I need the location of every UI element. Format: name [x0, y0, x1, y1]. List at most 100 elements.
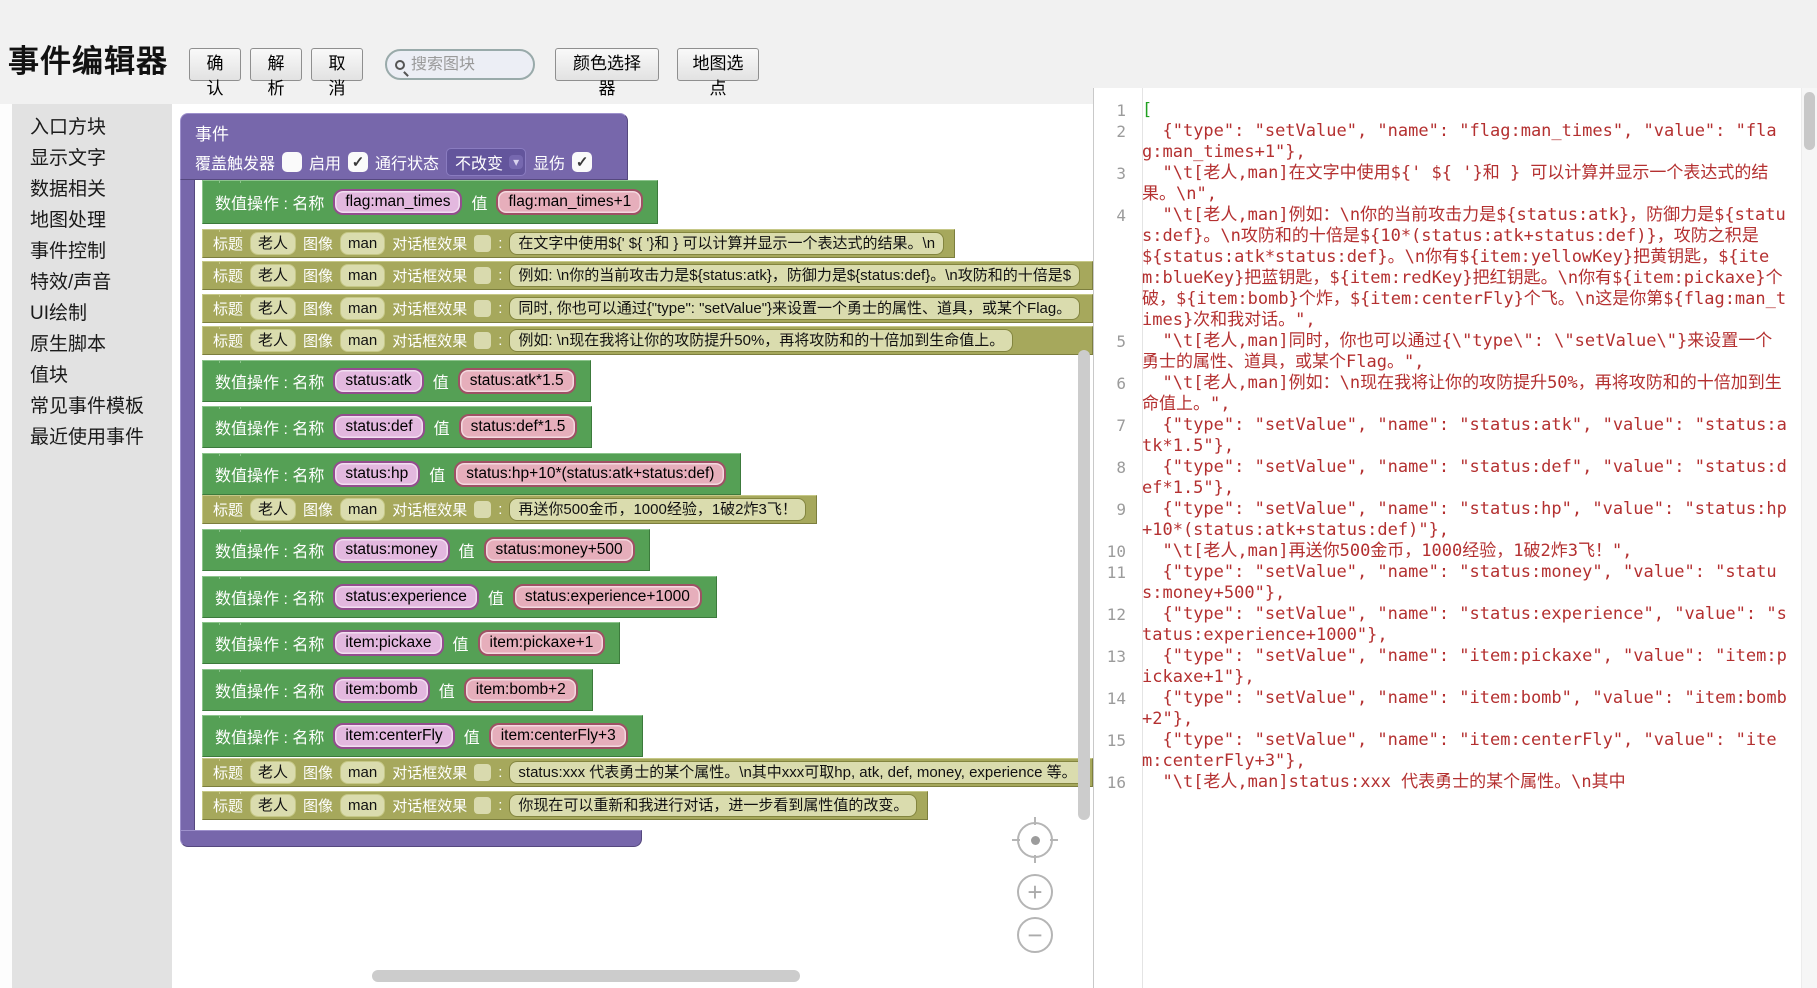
speaker-field[interactable]: 老人: [250, 329, 296, 352]
cancel-button[interactable]: 取消: [311, 48, 363, 81]
parse-button[interactable]: 解析: [250, 48, 302, 81]
dialog-effect-checkbox[interactable]: [474, 332, 491, 349]
speaker-field[interactable]: 老人: [250, 232, 296, 255]
dialog-text-block[interactable]: 标题老人图像man对话框效果:例如: \n你的当前攻击力是${status:at…: [202, 261, 1093, 290]
damage-checkbox[interactable]: ✓: [572, 152, 592, 172]
dialog-text-block[interactable]: 标题老人图像man对话框效果:再送你500金币，1000经验，1破2炸3飞！: [202, 495, 817, 524]
dialog-text-field[interactable]: status:xxx 代表勇士的某个属性。\n其中xxx可取hp, atk, d…: [509, 761, 1085, 784]
dialog-effect-checkbox[interactable]: [474, 797, 491, 814]
zoom-out-button[interactable]: −: [1017, 917, 1053, 953]
image-field[interactable]: man: [340, 498, 385, 521]
event-block-header[interactable]: 事件 覆盖触发器 启用 ✓ 通行状态 不改变 ▾ 显伤 ✓: [180, 113, 628, 180]
enabled-checkbox[interactable]: ✓: [348, 152, 368, 172]
sidebar-item-3[interactable]: 地图处理: [12, 205, 172, 236]
speaker-field[interactable]: 老人: [250, 761, 296, 784]
speaker-field[interactable]: 老人: [250, 794, 296, 817]
set-value-block[interactable]: 数值操作 : 名称status:def值status:def*1.5: [202, 406, 592, 448]
dialog-text-field[interactable]: 在文字中使用${' ${ '}和 } 可以计算并显示一个表达式的结果。\n: [509, 232, 944, 255]
set-value-block[interactable]: 数值操作 : 名称status:atk值status:atk*1.5: [202, 360, 591, 402]
name-field[interactable]: item:bomb: [333, 677, 429, 703]
image-field[interactable]: man: [340, 329, 385, 352]
dialog-text-field[interactable]: 例如: \n现在我将让你的攻防提升50%，再将攻防和的十倍加到生命值上。: [509, 329, 1013, 352]
sidebar-item-7[interactable]: 原生脚本: [12, 329, 172, 360]
code-panel[interactable]: 1[2 {"type": "setValue", "name": "flag:m…: [1093, 88, 1817, 988]
dialog-text-block[interactable]: 标题老人图像man对话框效果:例如: \n现在我将让你的攻防提升50%，再将攻防…: [202, 326, 1093, 355]
sidebar-item-1[interactable]: 显示文字: [12, 143, 172, 174]
dialog-effect-checkbox[interactable]: [474, 300, 491, 317]
dialog-text-block[interactable]: 标题老人图像man对话框效果:同时, 你也可以通过{"type": "setVa…: [202, 294, 1093, 323]
value-label: 值: [488, 585, 504, 609]
dialog-text-field[interactable]: 再送你500金币，1000经验，1破2炸3飞！: [509, 498, 805, 521]
zoom-in-button[interactable]: +: [1017, 874, 1053, 910]
speaker-field[interactable]: 老人: [250, 264, 296, 287]
dialog-text-field[interactable]: 例如: \n你的当前攻击力是${status:atk}，防御力是${status…: [509, 264, 1080, 287]
dialog-effect-checkbox[interactable]: [474, 235, 491, 252]
name-field[interactable]: status:hp: [333, 461, 420, 487]
value-field[interactable]: status:def*1.5: [459, 414, 578, 440]
set-value-block[interactable]: 数值操作 : 名称status:hp值status:hp+10*(status:…: [202, 453, 741, 495]
color-picker-button[interactable]: 颜色选择器: [555, 48, 659, 81]
value-field[interactable]: status:hp+10*(status:atk+status:def): [454, 461, 726, 487]
trigger-checkbox[interactable]: [282, 152, 302, 172]
value-field[interactable]: status:atk*1.5: [458, 368, 576, 394]
set-value-block[interactable]: 数值操作 : 名称item:pickaxe值item:pickaxe+1: [202, 622, 620, 664]
value-field[interactable]: item:bomb+2: [464, 677, 578, 703]
sidebar-item-8[interactable]: 值块: [12, 360, 172, 391]
image-field[interactable]: man: [340, 794, 385, 817]
code-scrollbar-thumb[interactable]: [1804, 92, 1815, 150]
name-field[interactable]: item:centerFly: [333, 723, 454, 749]
sidebar-item-2[interactable]: 数据相关: [12, 174, 172, 205]
image-field[interactable]: man: [340, 232, 385, 255]
value-field[interactable]: item:pickaxe+1: [478, 630, 606, 656]
value-field[interactable]: flag:man_times+1: [496, 189, 643, 215]
image-field[interactable]: man: [340, 761, 385, 784]
set-value-block[interactable]: 数值操作 : 名称status:experience值status:experi…: [202, 576, 717, 618]
speaker-field[interactable]: 老人: [250, 297, 296, 320]
set-value-block[interactable]: 数值操作 : 名称flag:man_times值flag:man_times+1: [202, 180, 658, 224]
dialog-effect-label: 对话框效果: [392, 795, 467, 816]
dialog-text-block[interactable]: 标题老人图像man对话框效果:status:xxx 代表勇士的某个属性。\n其中…: [202, 758, 1093, 787]
image-field[interactable]: man: [340, 297, 385, 320]
speaker-field[interactable]: 老人: [250, 498, 296, 521]
sidebar-item-0[interactable]: 入口方块: [12, 112, 172, 143]
sidebar-item-9[interactable]: 常见事件模板: [12, 391, 172, 422]
dialog-effect-checkbox[interactable]: [474, 764, 491, 781]
name-field[interactable]: status:experience: [333, 584, 479, 610]
set-value-block[interactable]: 数值操作 : 名称status:money值status:money+500: [202, 529, 650, 571]
name-field[interactable]: status:def: [333, 414, 424, 440]
workspace-horizontal-scrollbar[interactable]: [372, 970, 800, 982]
dialog-text-block[interactable]: 标题老人图像man对话框效果:你现在可以重新和我进行对话，进一步看到属性值的改变…: [202, 791, 928, 820]
map-point-button[interactable]: 地图选点: [677, 48, 759, 81]
dialog-text-block[interactable]: 标题老人图像man对话框效果:在文字中使用${' ${ '}和 } 可以计算并显…: [202, 229, 955, 258]
name-field[interactable]: status:atk: [333, 368, 423, 394]
sidebar-item-4[interactable]: 事件控制: [12, 236, 172, 267]
image-field[interactable]: man: [340, 264, 385, 287]
pass-status-dropdown[interactable]: 不改变 ▾: [446, 148, 526, 176]
value-field[interactable]: status:experience+1000: [513, 584, 702, 610]
value-field[interactable]: item:centerFly+3: [489, 723, 628, 749]
set-value-block[interactable]: 数值操作 : 名称item:centerFly值item:centerFly+3: [202, 715, 643, 757]
title-label: 标题: [213, 265, 243, 286]
search-box[interactable]: [385, 49, 535, 80]
blockly-workspace[interactable]: 事件 覆盖触发器 启用 ✓ 通行状态 不改变 ▾ 显伤 ✓ 数值操作 : 名称f…: [172, 104, 1093, 988]
dialog-effect-checkbox[interactable]: [474, 501, 491, 518]
value-field[interactable]: status:money+500: [484, 537, 635, 563]
event-block-spine: [180, 180, 195, 830]
zoom-reset-target-icon[interactable]: [1017, 822, 1053, 858]
dialog-text-field[interactable]: 同时, 你也可以通过{"type": "setValue"}来设置一个勇士的属性…: [509, 297, 1080, 320]
confirm-button[interactable]: 确认: [189, 48, 241, 81]
name-field[interactable]: status:money: [333, 537, 449, 563]
set-value-block[interactable]: 数值操作 : 名称item:bomb值item:bomb+2: [202, 669, 593, 711]
sidebar-item-6[interactable]: UI绘制: [12, 298, 172, 329]
code-line: 4 "\t[老人,man]例如：\n你的当前攻击力是${status:atk}，…: [1094, 205, 1794, 331]
dialog-text-field[interactable]: 你现在可以重新和我进行对话，进一步看到属性值的改变。: [509, 794, 917, 817]
name-field[interactable]: item:pickaxe: [333, 630, 443, 656]
code-scrollbar[interactable]: [1801, 88, 1817, 988]
name-field[interactable]: flag:man_times: [333, 189, 462, 215]
sidebar-item-5[interactable]: 特效/声音: [12, 267, 172, 298]
workspace-vertical-scrollbar[interactable]: [1078, 350, 1090, 820]
sidebar-item-10[interactable]: 最近使用事件: [12, 422, 172, 453]
dialog-effect-checkbox[interactable]: [474, 267, 491, 284]
title-label: 标题: [213, 499, 243, 520]
search-input[interactable]: [411, 56, 521, 74]
